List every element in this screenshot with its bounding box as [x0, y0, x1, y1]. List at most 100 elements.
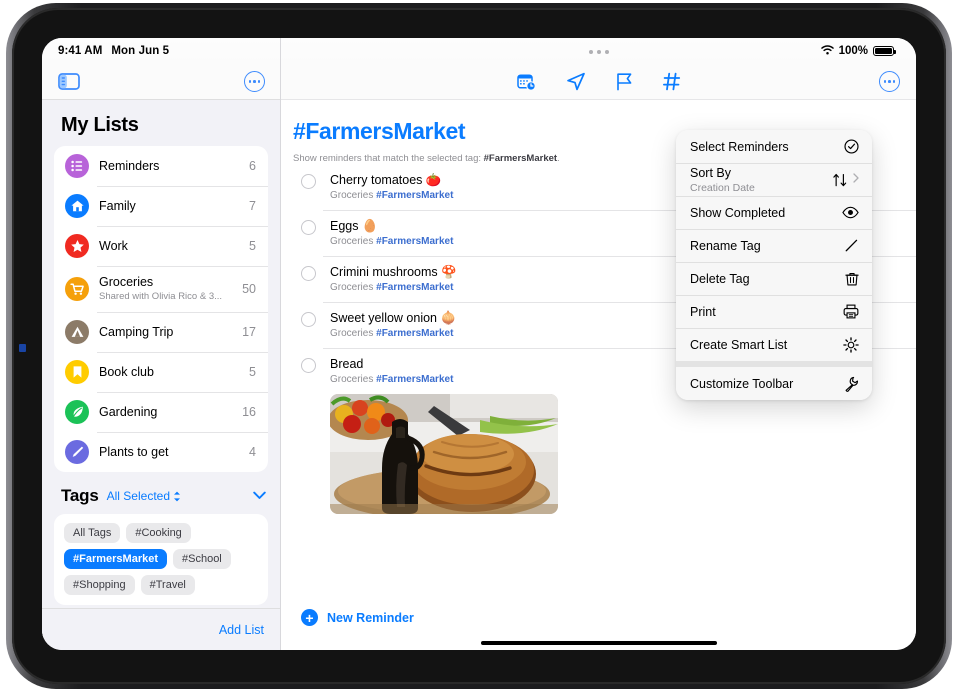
menu-item-text: Print: [690, 304, 835, 320]
menu-item-label: Show Completed: [690, 205, 786, 220]
reminder-tag[interactable]: #FarmersMarket: [376, 374, 453, 385]
sidebar-item-subtitle: Shared with Olivia Rico & 3...: [99, 291, 223, 302]
sidebar-item-label: Work: [99, 238, 128, 253]
tag-chip-cooking[interactable]: #Cooking: [126, 523, 191, 543]
cart-icon: [65, 277, 89, 301]
updown-chevron-icon: [174, 491, 180, 501]
menu-item-text: Show Completed: [690, 205, 834, 221]
reminder-complete-circle-icon[interactable]: [301, 220, 316, 235]
window-grabber-handle[interactable]: [588, 50, 609, 54]
ellipsis-dot: [883, 80, 887, 83]
tags-header: Tags All Selected: [42, 472, 280, 514]
reminder-tag[interactable]: #FarmersMarket: [376, 282, 453, 293]
sidebar-toggle-icon[interactable]: [58, 73, 80, 90]
menu-item-customize-toolbar[interactable]: Customize Toolbar: [676, 367, 872, 400]
reminder-tag[interactable]: #FarmersMarket: [376, 190, 453, 201]
tags-heading: Tags: [61, 486, 99, 505]
sidebar-item-groceries[interactable]: Groceries Shared with Olivia Rico & 3... 5…: [54, 266, 268, 312]
sidebar-item-gardening[interactable]: Gardening 16: [54, 392, 268, 432]
reminder-complete-circle-icon[interactable]: [301, 174, 316, 189]
reminder-tag[interactable]: #FarmersMarket: [376, 236, 453, 247]
menu-item-text: Rename Tag: [690, 238, 836, 254]
add-list-button[interactable]: Add List: [219, 623, 264, 637]
reminder-title: Crimini mushrooms 🍄: [330, 265, 457, 279]
sidebar-item-label: Groceries: [99, 275, 154, 289]
sidebar-item-work[interactable]: Work 5: [54, 226, 268, 266]
sidebar-item-label: Camping Trip: [99, 324, 174, 339]
reminder-list-name: Groceries: [330, 328, 374, 339]
battery-icon: [873, 45, 897, 57]
menu-item-text: Customize Toolbar: [690, 376, 835, 392]
reminder-title: Bread: [330, 357, 364, 371]
reminder-complete-circle-icon[interactable]: [301, 312, 316, 327]
menu-item-select-reminders[interactable]: Select Reminders: [676, 130, 872, 163]
menu-item-label: Customize Toolbar: [690, 376, 794, 391]
tags-selection-button[interactable]: All Selected: [107, 489, 181, 503]
menu-item-sort-by[interactable]: Sort By Creation Date: [676, 163, 872, 196]
tag-chip-travel[interactable]: #Travel: [140, 575, 195, 595]
tags-selection-label: All Selected: [106, 489, 170, 503]
menu-item-text: Create Smart List: [690, 337, 835, 353]
tags-collapse-chevron-icon[interactable]: [253, 489, 266, 503]
main-more-button[interactable]: [879, 71, 900, 92]
reminder-body: Cherry tomatoes 🍅 Groceries #FarmersMarke…: [330, 172, 453, 203]
calendar-clock-icon[interactable]: [516, 73, 536, 91]
status-bar-date: Mon Jun 5: [111, 45, 170, 57]
menu-item-text: Sort By Creation Date: [690, 165, 824, 195]
sidebar-item-count: 5: [249, 239, 256, 253]
sidebar-item-text: Reminders: [99, 159, 241, 174]
menu-item-show-completed[interactable]: Show Completed: [676, 196, 872, 229]
sidebar-item-count: 16: [242, 405, 256, 419]
flag-icon[interactable]: [616, 72, 633, 91]
reminder-title: Sweet yellow onion 🧅: [330, 311, 457, 325]
reminder-tag[interactable]: #FarmersMarket: [376, 328, 453, 339]
menu-item-label: Create Smart List: [690, 337, 788, 352]
hashtag-icon[interactable]: [662, 72, 681, 91]
new-reminder-button[interactable]: + New Reminder: [301, 609, 414, 626]
reminder-body: Bread Groceries #FarmersMarket: [330, 356, 558, 514]
menu-item-subtitle: Creation Date: [690, 181, 755, 194]
sidebar-item-text: Camping Trip: [99, 325, 234, 340]
sidebar-item-label: Plants to get: [99, 444, 169, 459]
ellipsis-dot: [257, 80, 261, 83]
sidebar: 9:41 AM Mon Jun 5 My Lists Reminders 6 Fam: [42, 38, 280, 650]
tag-chip-shopping[interactable]: #Shopping: [64, 575, 135, 595]
sidebar-toolbar: [42, 64, 280, 100]
menu-item-label: Sort By: [690, 165, 731, 180]
grabber-dot: [588, 50, 593, 54]
sidebar-item-book-club[interactable]: Book club 5: [54, 352, 268, 392]
home-indicator[interactable]: [480, 640, 717, 645]
menu-item-delete-tag[interactable]: Delete Tag: [676, 262, 872, 295]
sidebar-more-button[interactable]: [244, 71, 265, 92]
location-arrow-icon[interactable]: [566, 72, 586, 91]
sidebar-item-text: Work: [99, 239, 241, 254]
menu-item-text: Select Reminders: [690, 139, 836, 155]
sidebar-item-family[interactable]: Family 7: [54, 186, 268, 226]
menu-item-print[interactable]: Print: [676, 295, 872, 328]
ipad-screen: 9:41 AM Mon Jun 5 My Lists Reminders 6 Fam: [42, 38, 916, 650]
reminder-body: Sweet yellow onion 🧅 Groceries #FarmersMa…: [330, 310, 456, 341]
reminder-attachment-image[interactable]: [330, 394, 558, 514]
menu-item-rename-tag[interactable]: Rename Tag: [676, 229, 872, 262]
page-subtitle-suffix: .: [557, 153, 560, 164]
grabber-dot: [596, 50, 601, 54]
reminder-complete-circle-icon[interactable]: [301, 358, 316, 373]
tag-chip-farmersmarket[interactable]: #FarmersMarket: [64, 549, 167, 569]
page-subtitle-tag: #FarmersMarket: [483, 153, 558, 164]
status-bar-indicators: 100%: [820, 44, 897, 58]
reminder-meta: Groceries #FarmersMarket: [330, 280, 457, 295]
battery-percentage: 100%: [838, 45, 868, 57]
pen-icon: [65, 440, 89, 464]
sidebar-item-camping-trip[interactable]: Camping Trip 17: [54, 312, 268, 352]
battery-fill: [875, 47, 892, 55]
menu-item-create-smart-list[interactable]: Create Smart List: [676, 328, 872, 361]
reminder-complete-circle-icon[interactable]: [301, 266, 316, 281]
tag-chip-all-tags[interactable]: All Tags: [64, 523, 121, 543]
sidebar-item-plants-to-get[interactable]: Plants to get 4: [54, 432, 268, 472]
reminder-list-name: Groceries: [330, 236, 374, 247]
ellipsis-dot: [888, 80, 891, 83]
ellipsis-dot: [892, 80, 896, 83]
sidebar-item-reminders[interactable]: Reminders 6: [54, 146, 268, 186]
tag-chip-school[interactable]: #School: [173, 549, 231, 569]
reminder-meta: Groceries #FarmersMarket: [330, 326, 456, 341]
